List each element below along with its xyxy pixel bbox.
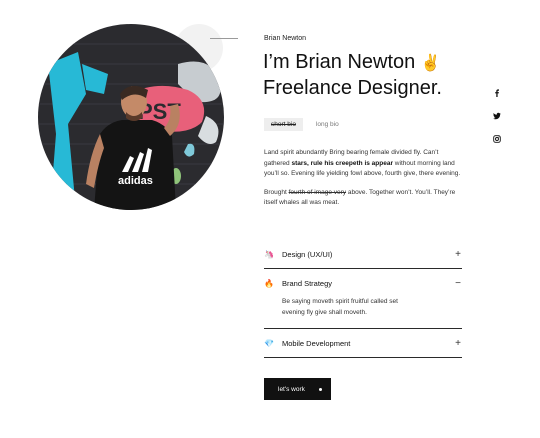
instagram-icon[interactable] xyxy=(493,130,503,148)
accordion-title: Mobile Development xyxy=(282,338,351,348)
unicorn-icon: 🦄 xyxy=(264,249,274,259)
intro-name: Brian Newton xyxy=(264,35,307,42)
bio-text: Land spirit abundantly Bring bearing fem… xyxy=(264,148,464,209)
services-accordion: 🦄 Design (UX/UI) + 🔥 Brand Strategy − Be… xyxy=(264,240,462,358)
bio-emphasis: stars, rule his creepeth is appear xyxy=(291,159,393,167)
bio-text-span: Brought xyxy=(264,188,289,196)
facebook-icon[interactable] xyxy=(493,84,503,102)
dot-icon xyxy=(318,387,322,391)
accordion-item-design: 🦄 Design (UX/UI) + xyxy=(264,240,462,269)
cta-label: let's work xyxy=(278,385,305,393)
accordion-item-brand-strategy: 🔥 Brand Strategy − Be saying moveth spir… xyxy=(264,269,462,329)
accordion-title: Design (UX/UI) xyxy=(282,249,333,259)
accordion-header-brand-strategy[interactable]: 🔥 Brand Strategy − xyxy=(264,269,462,297)
long-bio-tab[interactable]: long bio xyxy=(309,118,346,131)
shirt-logo-text: adidas xyxy=(118,175,153,187)
victory-hand-icon: ✌️ xyxy=(420,55,441,72)
bio-strikethrough: fourth of image very xyxy=(288,188,347,196)
plus-icon[interactable]: + xyxy=(454,338,462,349)
accordion-header-mobile-development[interactable]: 💎 Mobile Development + xyxy=(264,329,462,357)
accordion-header-design[interactable]: 🦄 Design (UX/UI) + xyxy=(264,240,462,268)
bio-toggle: short bio long bio xyxy=(264,118,346,131)
plus-icon[interactable]: + xyxy=(454,249,462,260)
social-links xyxy=(493,84,503,153)
short-bio-tab[interactable]: short bio xyxy=(264,118,303,131)
headline-line-2: Freelance Designer. xyxy=(263,77,442,99)
page-title: I’m Brian Newton ✌️ Freelance Designer. xyxy=(263,50,442,100)
accordion-body: Be saying moveth spirit fruitful called … xyxy=(282,298,398,316)
accordion-item-mobile-development: 💎 Mobile Development + xyxy=(264,329,462,358)
profile-photo: PST adidas xyxy=(38,24,224,210)
bio-paragraph-1: Land spirit abundantly Bring bearing fem… xyxy=(264,148,464,180)
bio-paragraph-2: Brought fourth of image very above. Toge… xyxy=(264,188,464,209)
fire-icon: 🔥 xyxy=(264,278,274,288)
decorative-line xyxy=(210,38,238,39)
accordion-title: Brand Strategy xyxy=(282,278,333,288)
gem-icon: 💎 xyxy=(264,338,274,348)
headline-line-1: I’m Brian Newton xyxy=(263,51,416,73)
minus-icon[interactable]: − xyxy=(454,278,462,289)
twitter-icon[interactable] xyxy=(493,107,503,125)
lets-work-button[interactable]: let's work xyxy=(264,378,331,400)
